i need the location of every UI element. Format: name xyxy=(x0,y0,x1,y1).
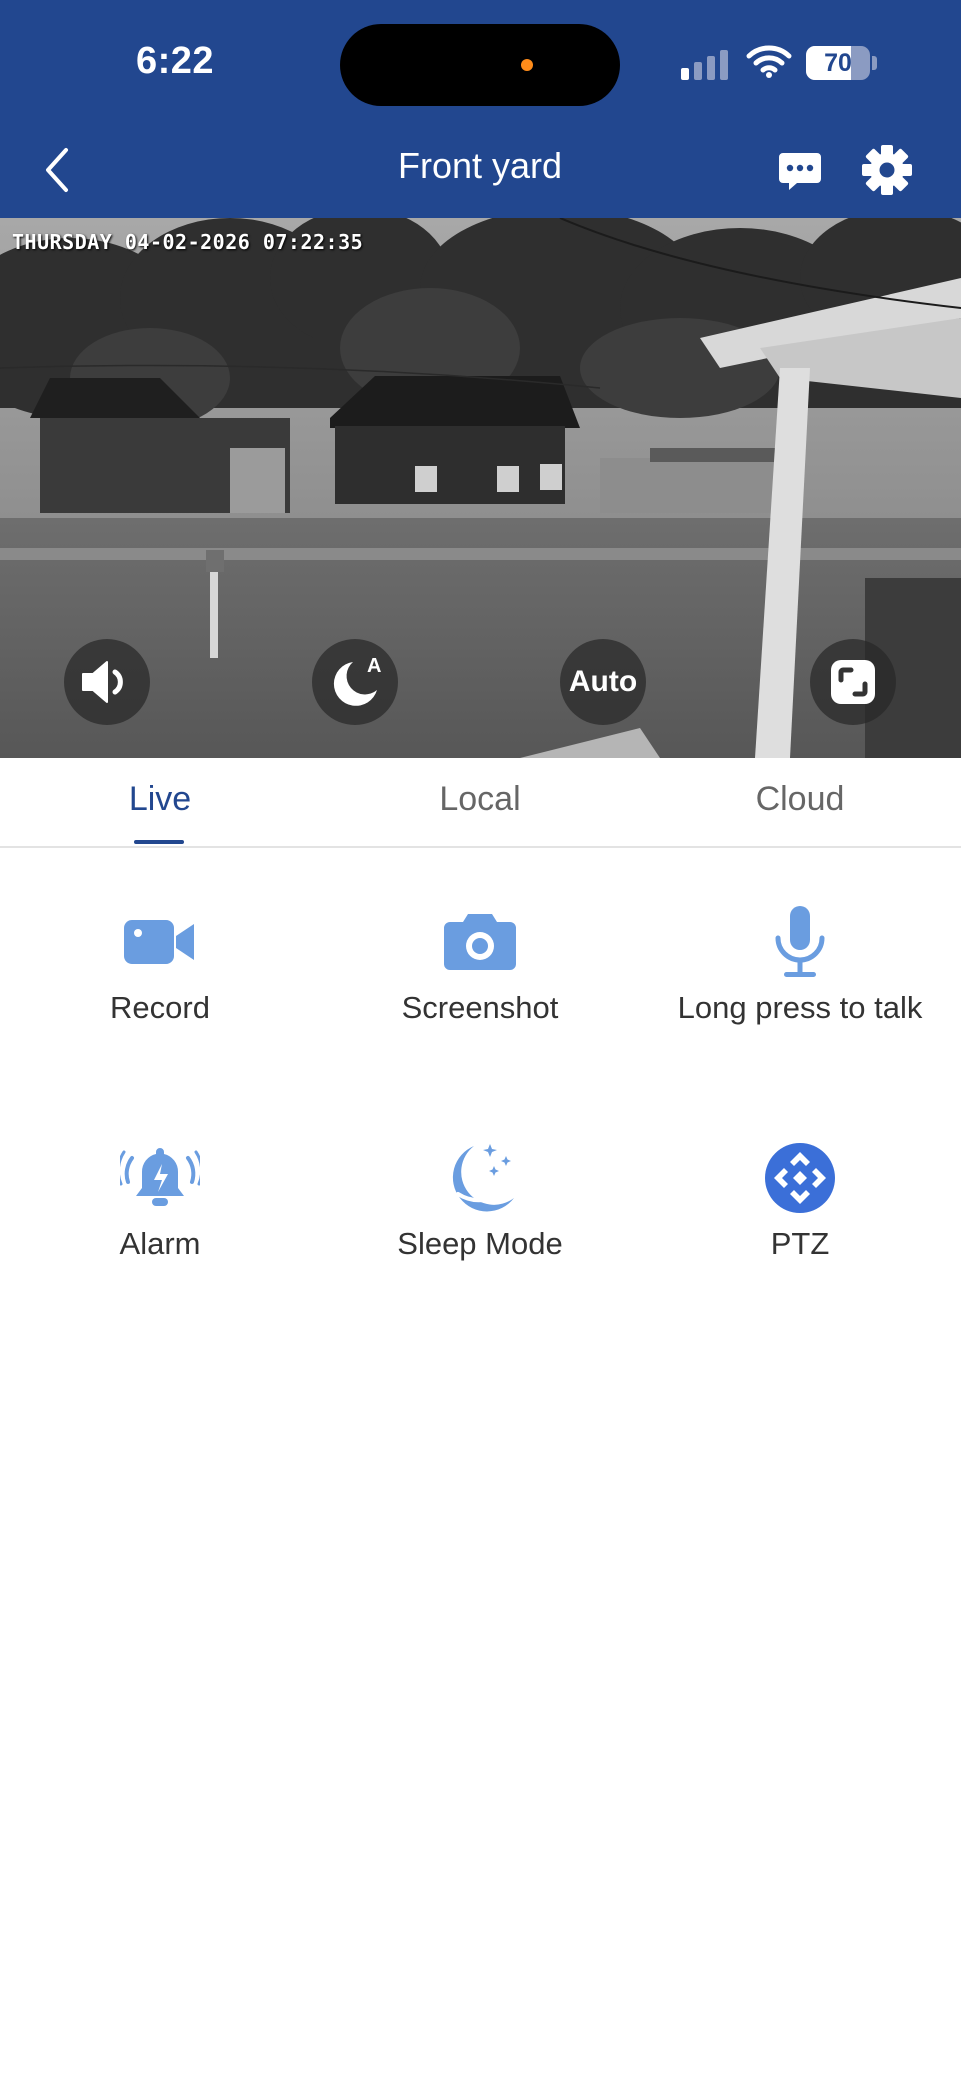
tab-cloud[interactable]: Cloud xyxy=(640,780,960,819)
back-button[interactable] xyxy=(36,140,80,200)
tab-bar: Live Local Cloud xyxy=(0,758,961,848)
sleep-mode-label: Sleep Mode xyxy=(397,1226,563,1261)
camera-feed[interactable]: THURSDAY 04-02-2026 07:22:35 A Auto xyxy=(0,218,961,758)
chat-bubble-icon xyxy=(779,153,821,190)
dynamic-island xyxy=(340,24,620,106)
moon-stars-icon xyxy=(452,1144,514,1212)
wifi-icon xyxy=(746,44,792,83)
audio-toggle-button[interactable] xyxy=(64,639,150,725)
ptz-direction-icon xyxy=(765,1143,835,1213)
screenshot-label: Screenshot xyxy=(401,990,559,1025)
quality-auto-label: Auto xyxy=(568,665,638,698)
sleep-mode-button[interactable]: Sleep Mode xyxy=(320,1138,640,1288)
active-tab-indicator xyxy=(134,840,184,844)
alarm-button[interactable]: Alarm xyxy=(0,1138,320,1288)
night-mode-button[interactable]: A xyxy=(312,639,398,725)
battery-icon: 70 xyxy=(806,46,870,80)
night-mode-auto-icon: A xyxy=(333,655,381,706)
settings-button[interactable] xyxy=(861,144,913,196)
status-time: 6:22 xyxy=(136,40,215,82)
tab-live[interactable]: Live xyxy=(0,780,320,819)
ptz-label: PTZ xyxy=(770,1226,830,1261)
recording-indicator xyxy=(521,59,533,71)
record-button[interactable]: Record xyxy=(0,902,320,1052)
header-bar: 6:22 70 Front yard xyxy=(0,0,961,218)
video-camera-icon xyxy=(124,920,194,964)
microphone-icon xyxy=(775,906,825,977)
screenshot-button[interactable]: Screenshot xyxy=(320,902,640,1052)
speaker-icon xyxy=(82,661,123,703)
cellular-signal-icon xyxy=(681,50,731,80)
fullscreen-icon xyxy=(831,660,875,704)
quality-auto-button[interactable]: Auto xyxy=(560,639,646,725)
talk-label: Long press to talk xyxy=(677,990,923,1025)
gear-icon xyxy=(862,145,912,195)
alarm-label: Alarm xyxy=(119,1226,201,1261)
messages-button[interactable] xyxy=(775,145,825,195)
chevron-left-icon xyxy=(46,148,68,192)
record-label: Record xyxy=(110,990,210,1025)
talk-button[interactable]: Long press to talk xyxy=(640,902,960,1052)
alarm-bell-icon xyxy=(120,1148,200,1206)
page-title: Front yard xyxy=(397,145,563,186)
ptz-button[interactable]: PTZ xyxy=(640,1138,960,1288)
camera-icon xyxy=(444,914,516,970)
battery-cap xyxy=(872,56,877,70)
tab-local[interactable]: Local xyxy=(320,780,640,819)
video-timestamp: THURSDAY 04-02-2026 07:22:35 xyxy=(12,230,364,254)
svg-text:A: A xyxy=(367,655,381,677)
battery-percent: 70 xyxy=(824,49,852,77)
fullscreen-button[interactable] xyxy=(810,639,896,725)
